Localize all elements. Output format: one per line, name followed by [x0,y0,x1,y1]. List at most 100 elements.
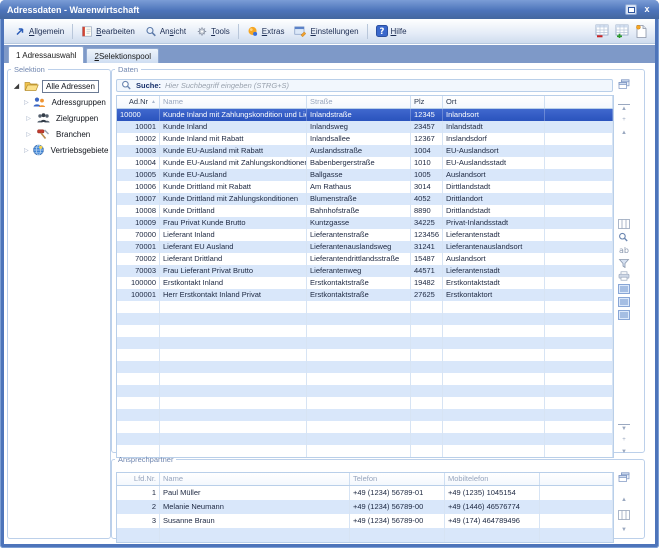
table-cell[interactable]: EU-Auslandsstadt [443,157,545,169]
table-cell[interactable] [545,265,613,277]
table-cell[interactable] [117,325,160,337]
sort-az-icon[interactable]: ab [618,245,630,255]
table-row[interactable]: 10009Frau Privat Kunde BruttoKuntzgasse3… [117,217,613,229]
table-row[interactable]: 10004Kunde EU-Ausland mit Zahlungskondti… [117,157,613,169]
table-cell[interactable]: 1 [117,486,160,500]
table-cell[interactable]: Kunde Inland mit Zahlungskondition und L… [160,109,307,121]
table-cell[interactable] [160,528,350,542]
table-cell[interactable]: Lieferant Inland [160,229,307,241]
table-cell[interactable]: Kunde Drittland mit Rabatt [160,181,307,193]
table-cell[interactable]: 70003 [117,265,160,277]
column-header[interactable]: Straße [307,96,411,108]
table-cell[interactable]: 100001 [117,289,160,301]
table-row[interactable]: 10008Kunde DrittlandBahnhofstraße8890Dri… [117,205,613,217]
tree-item-vertriebsgebiete[interactable]: ▷Vertriebsgebiete [10,142,108,158]
table-cell[interactable]: 1004 [411,145,443,157]
table-cell[interactable]: Kunde EU-Ausland mit Zahlungskondtionen [160,157,307,169]
table-cell[interactable] [545,277,613,289]
menu-item-bearbeiten[interactable]: Bearbeiten [76,24,140,39]
table-cell[interactable]: Paul Müller [160,486,350,500]
table-cell[interactable]: Blumenstraße [307,193,411,205]
expanded-arrow-icon[interactable]: ◢ [12,82,21,90]
table-cell[interactable] [160,385,307,397]
table-cell[interactable] [443,373,545,385]
table-cell[interactable] [307,325,411,337]
table-cell[interactable] [545,433,613,445]
contacts-column-chooser-icon[interactable] [618,472,630,483]
table-cell[interactable]: 10002 [117,133,160,145]
table-cell[interactable] [545,169,613,181]
table-cell[interactable] [117,373,160,385]
table-cell[interactable] [443,337,545,349]
list-view-2-icon[interactable] [618,297,630,307]
table-cell[interactable] [160,337,307,349]
table-cell[interactable] [545,217,613,229]
table-cell[interactable] [117,433,160,445]
table-cell[interactable]: Susanne Braun [160,514,350,528]
column-header[interactable]: Ad.Nr▲ [117,96,160,108]
table-cell[interactable]: Dirttlandstadt [443,181,545,193]
table-cell[interactable] [443,421,545,433]
column-header[interactable]: Plz [411,96,443,108]
table-cell[interactable]: 10009 [117,217,160,229]
table-cell[interactable]: 27625 [411,289,443,301]
table-cell[interactable]: Erstkontaktstadt [443,277,545,289]
table-cell[interactable]: Auslandsort [443,253,545,265]
table-row[interactable] [117,373,613,385]
table-cell[interactable] [545,397,613,409]
table-cell[interactable] [160,421,307,433]
contacts-scroll-down-icon[interactable]: ▼ [618,526,630,534]
table-cell[interactable] [545,337,613,349]
scroll-bottom-icon[interactable]: ▼ [618,424,630,433]
collapsed-arrow-icon[interactable]: ▷ [24,147,29,154]
table-row[interactable]: 70003Frau Lieferant Privat BruttoLiefera… [117,265,613,277]
table-cell[interactable] [443,349,545,361]
table-row[interactable]: 100001Herr Erstkontakt Inland PrivatErst… [117,289,613,301]
table-cell[interactable]: 100000 [117,277,160,289]
table-cell[interactable] [545,157,613,169]
table-cell[interactable] [545,289,613,301]
table-cell[interactable]: 34225 [411,217,443,229]
table-cell[interactable] [411,385,443,397]
menu-item-allgemein[interactable]: Allgemein [9,24,69,39]
table-cell[interactable] [445,528,540,542]
table-cell[interactable]: 4052 [411,193,443,205]
column-header[interactable]: Name [160,473,350,485]
table-cell[interactable]: Kuntzgasse [307,217,411,229]
table-cell[interactable] [160,361,307,373]
table-cell[interactable]: Erstkontaktstraße [307,277,411,289]
table-cell[interactable]: 8890 [411,205,443,217]
table-cell[interactable]: 10005 [117,169,160,181]
table-row[interactable]: 100000Erstkontakt InlandErstkontaktstraß… [117,277,613,289]
table-cell[interactable]: Kunde Inland [160,121,307,133]
column-header[interactable]: Telefon [350,473,445,485]
table-cell[interactable]: 70000 [117,229,160,241]
table-cell[interactable]: Kunde EU-Ausland mit Rabatt [160,145,307,157]
table-cell[interactable]: 31241 [411,241,443,253]
table-row[interactable] [117,385,613,397]
table-cell[interactable]: 10000 [117,109,160,121]
table-cell[interactable]: 70001 [117,241,160,253]
table-row[interactable]: 3Susanne Braun+49 (1234) 56789-00+49 (17… [117,514,613,528]
table-cell[interactable] [545,325,613,337]
table-cell[interactable] [545,145,613,157]
title-bar[interactable]: Adressdaten - Warenwirtschaft x [0,0,659,19]
table-row[interactable]: 10006Kunde Drittland mit RabattAm Rathau… [117,181,613,193]
table-cell[interactable] [443,385,545,397]
table-cell[interactable]: 123456 [411,229,443,241]
table-cell[interactable]: 15487 [411,253,443,265]
table-cell[interactable]: 23457 [411,121,443,133]
table-row[interactable]: 70000Lieferant InlandLieferantenstraße12… [117,229,613,241]
table-row[interactable]: 70002Lieferant DrittlandLieferantendritt… [117,253,613,265]
scroll-up-icon[interactable]: ▲ [618,129,630,137]
table-cell[interactable]: Privat-Inlandsstadt [443,217,545,229]
table-row[interactable] [117,409,613,421]
table-cell[interactable]: Inlandsort [443,109,545,121]
table-cell[interactable]: 10004 [117,157,160,169]
table-cell[interactable] [307,433,411,445]
table-row[interactable] [117,349,613,361]
table-cell[interactable]: Drittlandort [443,193,545,205]
table-cell[interactable] [307,337,411,349]
table-cell[interactable]: 10003 [117,145,160,157]
table-cell[interactable] [443,361,545,373]
